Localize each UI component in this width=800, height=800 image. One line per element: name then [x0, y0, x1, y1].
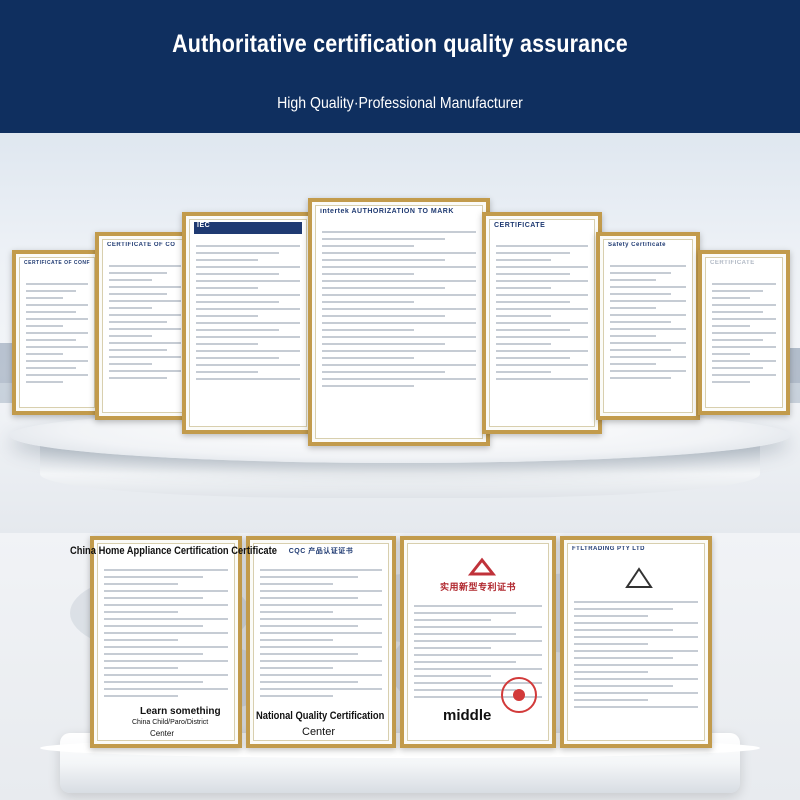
certificate-heading: CERTIFICATE — [494, 222, 546, 229]
certificate-frame-3: IEC — [182, 212, 314, 434]
certificate-frame-1: CERTIFICATE OF CONF — [12, 250, 102, 415]
safety-mark-icon — [625, 567, 653, 588]
certificate-frame-center: intertek AUTHORIZATION TO MARK — [308, 198, 490, 446]
certificate-frame-bottom-4: FTLTRADING PTY LTD — [560, 536, 712, 748]
label-center-small: Center — [150, 729, 175, 738]
certificate-heading: 实用新型专利证书 — [439, 582, 516, 592]
certificate-heading: IEC — [194, 222, 302, 234]
certificate-frame-5: CERTIFICATE — [482, 212, 602, 434]
certificate-frame-7: CERTIFICATE — [698, 250, 790, 415]
page-title: Authoritative certification quality assu… — [172, 30, 628, 58]
label-china-home-appliance: China Home Appliance Certification Certi… — [70, 545, 277, 557]
certificate-frame-6: Safety Certificate — [596, 232, 700, 420]
label-china-child: China Child/Paro/District — [132, 719, 209, 726]
red-seal-icon — [501, 677, 537, 713]
page-subtitle: High Quality·Professional Manufacturer — [277, 95, 523, 112]
certificate-frame-2: CERTIFICATE OF CO — [95, 232, 195, 420]
label-middle: middle — [443, 707, 492, 724]
header-banner: Authoritative certification quality assu… — [0, 0, 800, 133]
patent-logo-icon — [467, 557, 497, 576]
certificate-heading: CERTIFICATE OF CONF — [24, 260, 90, 266]
certificate-heading: FTLTRADING PTY LTD — [572, 546, 645, 552]
label-center: Center — [302, 726, 336, 738]
certificate-heading: CERTIFICATE — [710, 260, 755, 266]
label-learn-something: Learn something — [140, 706, 221, 717]
certificate-heading: intertek AUTHORIZATION TO MARK — [320, 208, 454, 215]
certificate-heading: Safety Certificate — [608, 242, 667, 248]
certificate-heading: CERTIFICATE OF CO — [107, 242, 176, 248]
label-national-quality: National Quality Certification — [256, 710, 385, 722]
